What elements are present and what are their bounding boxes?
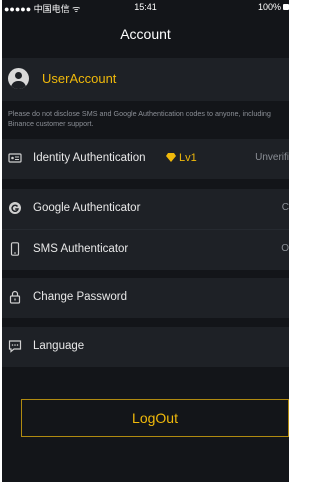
google-authenticator-label: Google Authenticator	[33, 202, 141, 214]
page-title: Account	[120, 26, 171, 42]
language-row[interactable]: Language	[2, 327, 289, 367]
bottom-area	[2, 460, 289, 482]
avatar-icon	[8, 68, 29, 89]
user-account-row[interactable]: UserAccount	[2, 58, 289, 101]
level-badge: Lv1	[166, 152, 197, 164]
phone-icon	[10, 242, 20, 256]
chat-bubble-icon	[8, 340, 22, 353]
battery-percent: 100%	[257, 2, 281, 12]
user-name: UserAccount	[42, 71, 117, 86]
sms-authenticator-row[interactable]: SMS Authenticator O	[2, 230, 289, 270]
sms-authenticator-label: SMS Authenticator	[33, 243, 129, 255]
account-screen: ●●●●● 中国电信 ᯤ 15:41 100% Account UserAcco…	[2, 0, 289, 482]
status-bar: ●●●●● 中国电信 ᯤ 15:41 100%	[2, 0, 289, 14]
level-label: Lv1	[179, 152, 197, 164]
identity-authentication-row[interactable]: Identity Authentication Lv1 Unverifi	[2, 139, 289, 179]
diamond-icon	[166, 153, 176, 162]
lock-icon	[9, 290, 21, 304]
change-password-label: Change Password	[33, 291, 127, 303]
sms-status: O	[281, 243, 289, 254]
logout-button[interactable]: LogOut	[21, 399, 289, 437]
clock: 15:41	[134, 2, 157, 12]
battery-icon	[283, 4, 289, 10]
identity-status: Unverifi	[255, 152, 289, 163]
google-status: C	[281, 202, 289, 213]
identity-authentication-label: Identity Authentication	[33, 152, 146, 164]
google-authenticator-row[interactable]: Google Authenticator C	[2, 189, 289, 229]
language-label: Language	[33, 340, 85, 352]
id-card-icon	[8, 153, 22, 163]
google-icon	[9, 202, 21, 214]
change-password-row[interactable]: Change Password	[2, 278, 289, 318]
security-warning: Please do not disclose SMS and Google Au…	[8, 109, 271, 128]
